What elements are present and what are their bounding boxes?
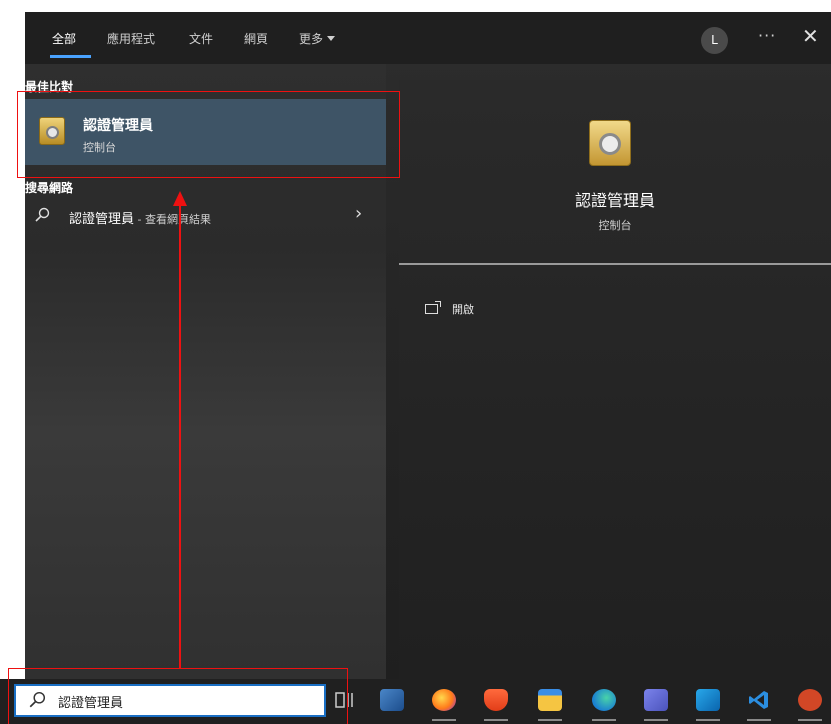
web-search-text: 認證管理員 - 查看網頁結果 (69, 208, 211, 227)
vscode-icon[interactable] (747, 689, 771, 711)
edge-icon[interactable] (592, 689, 616, 711)
search-icon (35, 207, 50, 222)
web-search-heading: 搜尋網路 (25, 181, 74, 195)
running-indicator (592, 719, 616, 721)
running-indicator (432, 719, 456, 721)
arrow-up-icon (173, 191, 187, 206)
highlight-box-best-match (17, 91, 400, 178)
web-search-item[interactable]: 認證管理員 - 查看網頁結果 › (25, 203, 386, 229)
web-search-suffix: - 查看網頁結果 (134, 213, 211, 226)
divider (399, 263, 831, 265)
more-options-icon[interactable]: ··· (758, 26, 776, 45)
tab-web[interactable]: 網頁 (244, 30, 268, 47)
running-indicator (538, 719, 562, 721)
running-indicator (798, 719, 822, 721)
highlight-box-search (8, 668, 348, 724)
preview-pane: 認證管理員 控制台 開啟 (399, 80, 831, 679)
caret-down-icon (327, 36, 336, 41)
safe-icon (589, 120, 631, 166)
brave-icon[interactable] (484, 689, 508, 711)
chevron-right-icon[interactable]: › (355, 203, 362, 224)
file-explorer-icon[interactable] (538, 689, 562, 711)
running-indicator (484, 719, 508, 721)
avatar[interactable]: L (701, 27, 728, 54)
outlook-icon[interactable] (696, 689, 720, 711)
tab-more[interactable]: 更多 (299, 30, 336, 47)
tab-apps[interactable]: 應用程式 (107, 30, 155, 47)
open-window-icon (425, 301, 441, 314)
running-indicator (747, 719, 771, 721)
preview-subtitle: 控制台 (598, 219, 632, 232)
tab-more-label: 更多 (299, 32, 324, 46)
open-button[interactable]: 開啟 (425, 301, 474, 317)
remote-desktop-icon[interactable] (380, 689, 404, 711)
web-search-query: 認證管理員 (69, 212, 135, 227)
running-indicator (644, 719, 668, 721)
firefox-icon[interactable] (432, 689, 456, 711)
active-tab-indicator (50, 55, 91, 58)
tab-all[interactable]: 全部 (52, 30, 76, 47)
close-icon[interactable]: ✕ (802, 24, 819, 48)
running-indicator (696, 719, 720, 721)
filter-tabs: 全部 應用程式 文件 網頁 更多 L ··· ✕ (25, 12, 831, 64)
open-label: 開啟 (452, 303, 474, 316)
powerpoint-icon[interactable] (798, 689, 822, 711)
teams-icon[interactable] (644, 689, 668, 711)
annotation-arrow-line (179, 205, 181, 668)
tab-documents[interactable]: 文件 (189, 30, 213, 47)
preview-title: 認證管理員 (574, 191, 655, 210)
